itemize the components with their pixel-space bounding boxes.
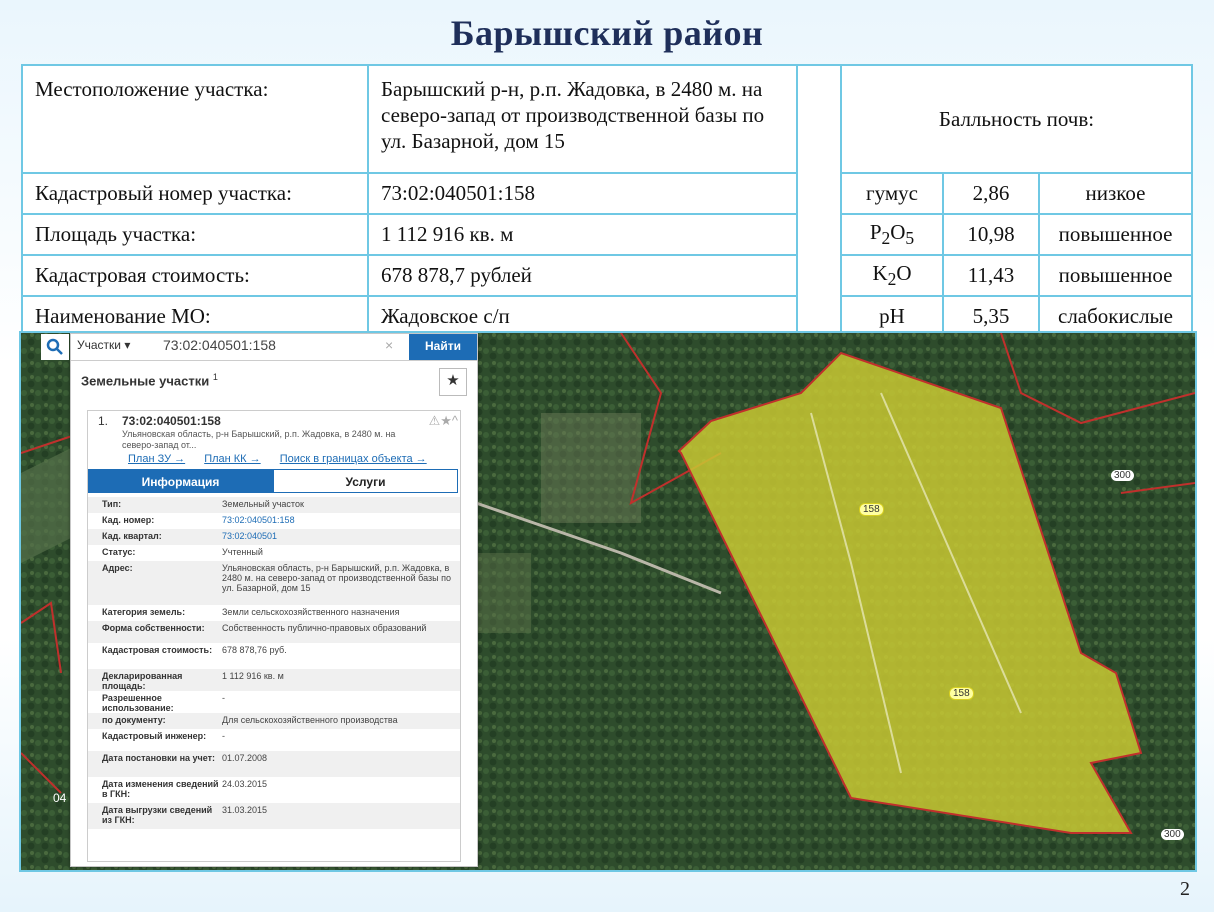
soil-value: 11,43	[942, 254, 1040, 297]
card-actions-icon[interactable]: ⚠★^	[429, 413, 458, 429]
detail-row: Кад. квартал: 73:02:040501	[88, 529, 460, 545]
detail-row: Дата изменения сведений в ГКН: 24.03.2015	[88, 777, 460, 803]
detail-key: Адрес:	[102, 563, 133, 573]
area-value: 1 112 916 кв. м	[367, 213, 798, 256]
find-button[interactable]: Найти	[409, 334, 477, 360]
tab-info[interactable]: Информация	[88, 469, 273, 493]
detail-row: Тип: Земельный участок	[88, 497, 460, 513]
page-number: 2	[1180, 878, 1190, 900]
detail-value: -	[222, 731, 225, 741]
detail-key: Декларированная площадь:	[102, 671, 183, 691]
detail-key: Кадастровый инженер:	[102, 731, 207, 741]
detail-key: Кадастровая стоимость:	[102, 645, 213, 655]
parcel-label: 158	[859, 503, 884, 516]
detail-value: Земли сельскохозяйственного назначения	[222, 607, 400, 617]
area-label: Площадь участка:	[21, 213, 369, 256]
panel-title: Земельные участки 1	[81, 372, 218, 389]
soil-value: 10,98	[942, 213, 1040, 256]
detail-value: 24.03.2015	[222, 779, 268, 789]
detail-key: Дата постановки на учет:	[102, 753, 216, 763]
cost-label: Кадастровая стоимость:	[21, 254, 369, 297]
detail-key: Статус:	[102, 547, 136, 557]
soil-level: повышенное	[1038, 213, 1193, 256]
detail-value: -	[222, 693, 225, 703]
detail-key: Форма собственности:	[102, 623, 205, 633]
category-dropdown[interactable]: Участки ▾	[77, 338, 130, 352]
detail-key: Тип:	[102, 499, 122, 509]
detail-key: Кад. квартал:	[102, 531, 162, 541]
detail-row: Кадастровая стоимость: 678 878,76 руб.	[88, 643, 460, 669]
soil-value: 2,86	[942, 172, 1040, 215]
detail-value: Для сельскохозяйственного производства	[222, 715, 398, 725]
detail-row: Категория земель: Земли сельскохозяйствен…	[88, 605, 460, 621]
detail-value: Собственность публично-правовых образова…	[222, 623, 427, 633]
search-bar: Участки ▾ 73:02:040501:158 × Найти	[41, 334, 477, 361]
detail-key: Дата изменения сведений в ГКН:	[102, 779, 219, 799]
tab-services[interactable]: Услуги	[273, 469, 458, 493]
detail-key: Разрешенное использование:	[102, 693, 174, 713]
result-card[interactable]: 1. 73:02:040501:158 Ульяновская область,…	[87, 410, 461, 862]
cadastral-map[interactable]: 158 158 300 300 04 Участки ▾ 73:02:04050…	[19, 331, 1197, 872]
search-input[interactable]: 73:02:040501:158	[163, 337, 276, 353]
clear-icon[interactable]: ×	[385, 337, 393, 353]
slide-title: Барышский район	[450, 13, 764, 53]
plan-zu-link[interactable]: План ЗУ →	[128, 453, 185, 465]
detail-row: Адрес: Ульяновская область, р-н Барышский…	[88, 561, 460, 605]
soil-name: гумус	[840, 172, 944, 215]
detail-row: по документу: Для сельскохозяйственного п…	[88, 713, 460, 729]
detail-row: Разрешенное использование: -	[88, 691, 460, 713]
search-bounds-link[interactable]: Поиск в границах объекта →	[280, 453, 427, 465]
details-list: Тип: Земельный участок Кад. номер: 73:02:04…	[88, 497, 460, 829]
detail-row: Форма собственности: Собственность публич…	[88, 621, 460, 643]
detail-row: Кад. номер: 73:02:040501:158	[88, 513, 460, 529]
detail-row: Кадастровый инженер: -	[88, 729, 460, 751]
detail-row: Статус: Учтенный	[88, 545, 460, 561]
detail-value[interactable]: 73:02:040501	[222, 531, 457, 541]
detail-row: Дата выгрузки сведений из ГКН: 31.03.2015	[88, 803, 460, 829]
cadastral-number-label: Кадастровый номер участка:	[21, 172, 369, 215]
detail-key: Дата выгрузки сведений из ГКН:	[102, 805, 213, 825]
search-panel: Участки ▾ 73:02:040501:158 × Найти Земел…	[41, 333, 478, 867]
soil-header: Балльность почв:	[840, 64, 1193, 174]
detail-value: 1 112 916 кв. м	[222, 671, 284, 681]
map-edge-label: 04	[53, 791, 67, 805]
detail-key: Кад. номер:	[102, 515, 155, 525]
detail-value: Земельный участок	[222, 499, 304, 509]
search-icon[interactable]	[41, 334, 69, 360]
cost-value: 678 878,7 рублей	[367, 254, 798, 297]
detail-value: Ульяновская область, р-н Барышский, р.п.…	[222, 563, 451, 593]
detail-value[interactable]: 73:02:040501:158	[222, 515, 457, 525]
result-cad-number[interactable]: 73:02:040501:158	[122, 414, 221, 428]
soil-level: повышенное	[1038, 254, 1193, 297]
detail-key: по документу:	[102, 715, 166, 725]
soil-name: K2O	[840, 254, 944, 297]
result-links: План ЗУ → План КК → Поиск в границах объ…	[128, 453, 443, 465]
result-tabs: Информация Услуги	[88, 469, 460, 495]
location-value: Барышский р-н, р.п. Жадовка, в 2480 м. н…	[367, 64, 798, 174]
detail-key: Категория земель:	[102, 607, 186, 617]
detail-value: 01.07.2008	[222, 753, 268, 763]
detail-value: 31.03.2015	[222, 805, 268, 815]
soil-name: P2O5	[840, 213, 944, 256]
detail-value: Учтенный	[222, 547, 263, 557]
zone-tag: 300	[1161, 829, 1184, 840]
cadastral-number-value: 73:02:040501:158	[367, 172, 798, 215]
parcel-info-table: Местоположение участка: Барышский р-н, р…	[21, 64, 1193, 338]
result-address: Ульяновская область, р-н Барышский, р.п.…	[122, 429, 396, 450]
detail-row: Дата постановки на учет: 01.07.2008	[88, 751, 460, 777]
zone-tag: 300	[1111, 470, 1134, 481]
detail-row: Декларированная площадь: 1 112 916 кв. м	[88, 669, 460, 691]
parcel-label: 158	[949, 687, 974, 700]
detail-value: 678 878,76 руб.	[222, 645, 287, 655]
location-label: Местоположение участка:	[21, 64, 369, 174]
soil-level: низкое	[1038, 172, 1193, 215]
plan-kk-link[interactable]: План КК →	[204, 453, 260, 465]
result-index: 1.	[98, 414, 109, 428]
favorite-star-icon[interactable]: ★	[439, 368, 467, 396]
